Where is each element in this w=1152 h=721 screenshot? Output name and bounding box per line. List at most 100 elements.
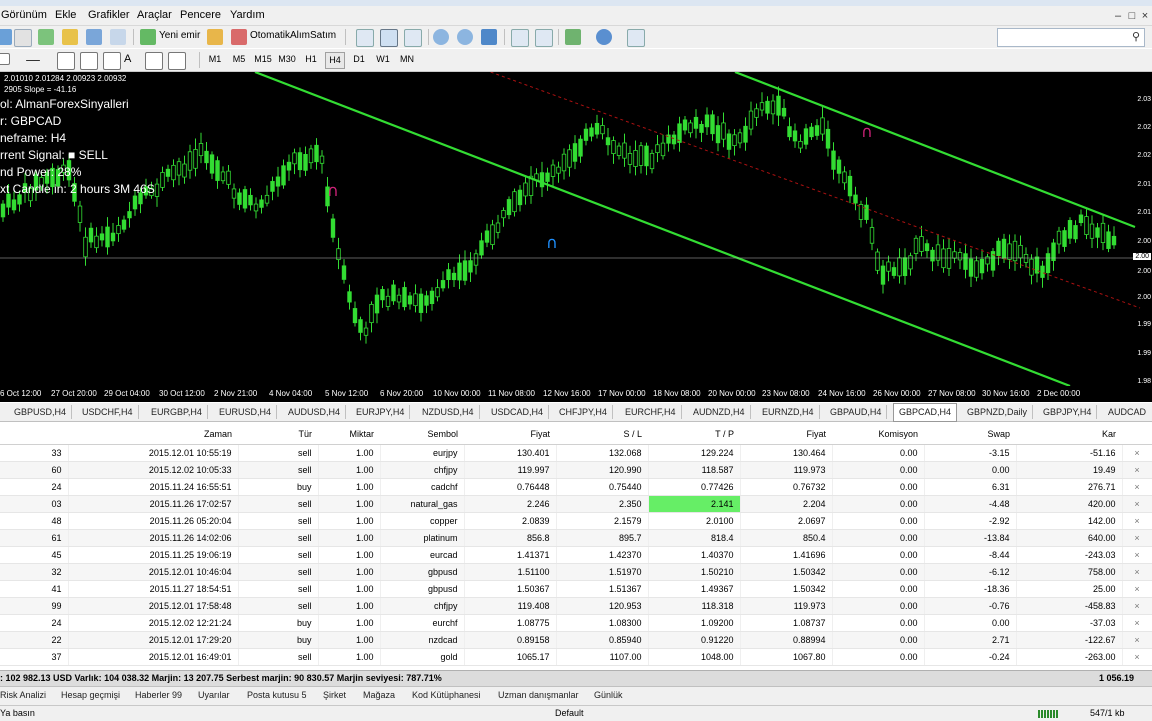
chart-shift-icon[interactable] (511, 29, 529, 47)
timeframe-w1[interactable]: W1 (374, 52, 392, 67)
timeframe-h4[interactable]: H4 (325, 52, 345, 69)
column-header[interactable]: Zaman (68, 424, 238, 445)
menu-window[interactable]: Pencere (180, 9, 221, 21)
chart-tab[interactable]: AUDUSD,H4 (288, 405, 347, 419)
timeframe-m30[interactable]: M30 (278, 52, 296, 67)
timeframe-mn[interactable]: MN (398, 52, 416, 67)
zoom-out-icon[interactable] (457, 29, 473, 45)
table-row[interactable]: 41 2015.11.27 18:54:51 sell 1.00 gbpusd 1.503… (0, 580, 1152, 598)
column-header[interactable]: Kar (1016, 424, 1122, 445)
close-order-icon[interactable]: × (1122, 512, 1152, 530)
chart-tab[interactable]: GBPJPY,H4 (1043, 405, 1098, 419)
templates-icon[interactable] (627, 29, 645, 47)
chart-tab[interactable]: USDCHF,H4 (82, 405, 139, 419)
chart-tab[interactable]: AUDCAD (1108, 405, 1151, 419)
table-row[interactable]: 48 2015.11.26 05:20:04 sell 1.00 copper 2.083… (0, 512, 1152, 530)
tab-news[interactable]: Haberler 99 (135, 690, 182, 700)
chart-tab[interactable]: AUDNZD,H4 (693, 405, 751, 419)
bar-chart-icon[interactable] (356, 29, 374, 47)
zoom-in-icon[interactable] (433, 29, 449, 45)
channel-icon[interactable] (103, 52, 121, 70)
table-row[interactable]: 22 2015.12.01 17:29:20 buy 1.00 nzdcad 0.8915… (0, 631, 1152, 649)
tab-risk-analysis[interactable]: Risk Analizi (0, 690, 46, 700)
new-chart-icon[interactable] (0, 29, 12, 45)
close-icon[interactable]: × (1139, 10, 1151, 22)
close-order-icon[interactable]: × (1122, 495, 1152, 513)
close-order-icon[interactable]: × (1122, 648, 1152, 666)
column-header[interactable]: Sembol (380, 424, 464, 445)
chart-tab-active[interactable]: GBPCAD,H4 (893, 403, 958, 422)
column-header[interactable]: Fiyat (740, 424, 832, 445)
terminal-icon[interactable] (86, 29, 102, 45)
price-chart[interactable]: ∩ ∩ ∩ 2.01010 2.01284 2.00923 2.00932 29… (0, 72, 1152, 402)
chart-tab[interactable]: GBPNZD,Daily (967, 405, 1034, 419)
periods-icon[interactable] (596, 29, 612, 45)
close-order-icon[interactable]: × (1122, 478, 1152, 496)
tab-company[interactable]: Şirket (323, 690, 346, 700)
table-row[interactable]: 24 2015.12.02 12:21:24 buy 1.00 eurchf 1.0877… (0, 614, 1152, 632)
menu-view[interactable]: Görünüm (1, 9, 47, 21)
text-tool-icon[interactable]: A (124, 53, 131, 65)
line-chart-icon[interactable] (404, 29, 422, 47)
tab-journal[interactable]: Günlük (594, 690, 623, 700)
chart-tab[interactable]: GBPAUD,H4 (830, 405, 888, 419)
close-order-icon[interactable]: × (1122, 461, 1152, 479)
tab-code-base[interactable]: Kod Kütüphanesi (412, 690, 481, 700)
menu-charts[interactable]: Grafikler (88, 9, 130, 21)
close-order-icon[interactable]: × (1122, 563, 1152, 581)
crosshair-icon[interactable] (0, 53, 10, 65)
minimize-icon[interactable]: – (1112, 10, 1124, 22)
close-order-icon[interactable]: × (1122, 597, 1152, 615)
autoscroll-icon[interactable] (535, 29, 553, 47)
table-row[interactable]: 32 2015.12.01 10:46:04 sell 1.00 gbpusd 1.511… (0, 563, 1152, 581)
chart-tab[interactable]: GBPUSD,H4 (14, 405, 73, 419)
table-row[interactable]: 99 2015.12.01 17:58:48 sell 1.00 chfjpy 119.4… (0, 597, 1152, 615)
indicators-icon[interactable] (565, 29, 581, 45)
navigator-icon[interactable] (62, 29, 78, 45)
candlestick-icon[interactable] (380, 29, 398, 47)
strategy-tester-icon[interactable] (110, 29, 126, 45)
column-header[interactable]: Swap (924, 424, 1016, 445)
column-header[interactable]: T / P (648, 424, 740, 445)
menu-insert[interactable]: Ekle (55, 9, 76, 21)
autotrading-button[interactable]: OtomatikAlımSatım (250, 30, 336, 41)
chart-tab[interactable]: EURNZD,H4 (762, 405, 820, 419)
menu-help[interactable]: Yardım (230, 9, 265, 21)
tab-market[interactable]: Mağaza (363, 690, 395, 700)
trendline-icon[interactable] (80, 52, 98, 70)
column-header[interactable]: Komisyon (832, 424, 924, 445)
close-order-icon[interactable]: × (1122, 444, 1152, 462)
close-order-icon[interactable]: × (1122, 529, 1152, 547)
chart-tab[interactable]: CHFJPY,H4 (559, 405, 613, 419)
table-row[interactable]: 03 2015.11.26 17:02:57 sell 1.00 natural_gas… (0, 495, 1152, 513)
chart-tab[interactable]: USDCAD,H4 (491, 405, 550, 419)
metaeditor-icon[interactable] (207, 29, 223, 45)
close-order-icon[interactable]: × (1122, 614, 1152, 632)
tab-mailbox[interactable]: Posta kutusu 5 (247, 690, 307, 700)
close-order-icon[interactable]: × (1122, 546, 1152, 564)
autotrading-icon[interactable] (231, 29, 247, 45)
tab-experts[interactable]: Uzman danışmanlar (498, 690, 579, 700)
column-header[interactable]: Tür (238, 424, 318, 445)
timeframe-h1[interactable]: H1 (302, 52, 320, 67)
new-order-button[interactable]: Yeni emir (159, 30, 200, 41)
profiles-icon[interactable] (14, 29, 32, 47)
table-row[interactable]: 45 2015.11.25 19:06:19 sell 1.00 eurcad 1.413… (0, 546, 1152, 564)
table-row[interactable]: 60 2015.12.02 10:05:33 sell 1.00 chfjpy 119.9… (0, 461, 1152, 479)
close-order-icon[interactable]: × (1122, 580, 1152, 598)
timeframe-m1[interactable]: M1 (206, 52, 224, 67)
column-header[interactable]: Miktar (318, 424, 380, 445)
tab-account-history[interactable]: Hesap geçmişi (61, 690, 120, 700)
horizontal-line-icon[interactable] (26, 60, 40, 61)
tile-windows-icon[interactable] (481, 29, 497, 45)
timeframe-m15[interactable]: M15 (254, 52, 272, 67)
column-header[interactable] (0, 424, 68, 445)
arrows-tool-icon[interactable] (168, 52, 186, 70)
search-icon[interactable]: ⚲ (1132, 30, 1140, 43)
table-row[interactable]: 37 2015.12.01 16:49:01 sell 1.00 gold 1065.17… (0, 648, 1152, 666)
table-row[interactable]: 33 2015.12.01 10:55:19 sell 1.00 eurjpy 130.4… (0, 444, 1152, 462)
market-watch-icon[interactable] (38, 29, 54, 45)
table-row[interactable]: 24 2015.11.24 16:55:51 buy 1.00 cadchf 0.7644… (0, 478, 1152, 496)
vertical-line-icon[interactable] (57, 52, 75, 70)
column-header[interactable]: S / L (556, 424, 648, 445)
